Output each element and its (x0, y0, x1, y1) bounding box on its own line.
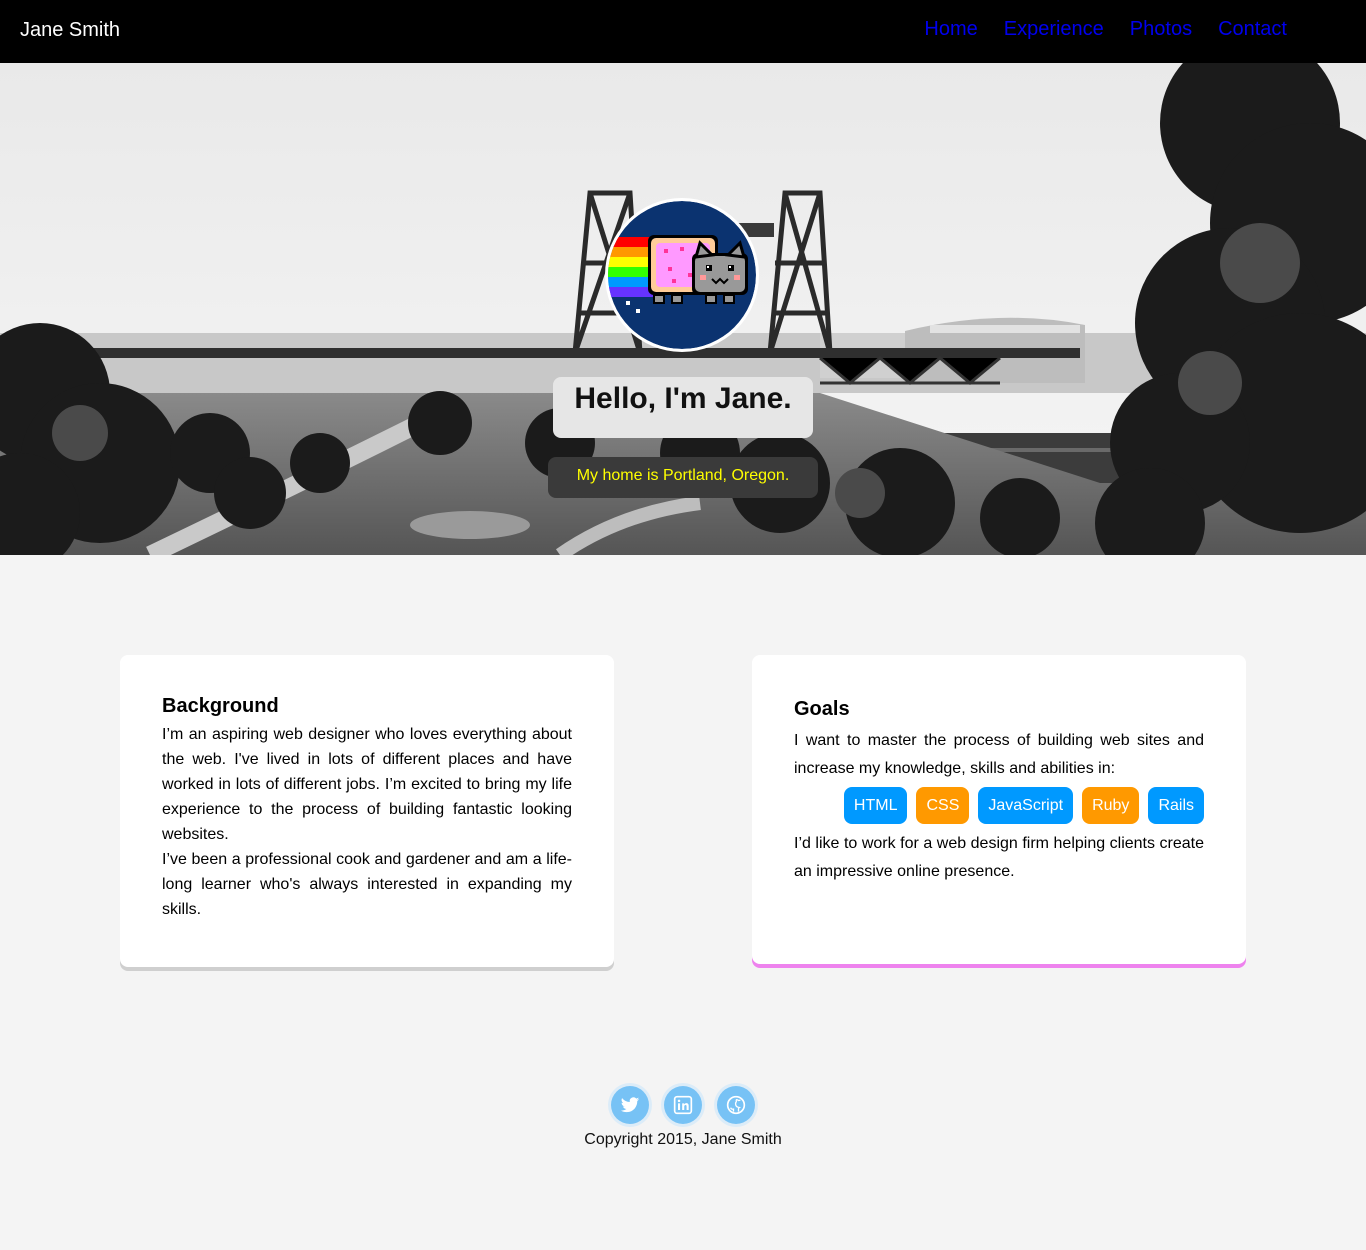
background-title: Background (162, 695, 279, 717)
nyan-cat-icon (608, 201, 756, 349)
nav-photos-link[interactable]: Photos (1130, 18, 1192, 41)
top-navbar: Jane Smith Home Experience Photos Contac… (0, 0, 1366, 63)
nav-home-link[interactable]: Home (924, 18, 977, 41)
background-card: Background I’m an aspiring web designer … (120, 655, 614, 967)
site-brand[interactable]: Jane Smith (20, 19, 120, 42)
skill-badge-rails[interactable]: Rails (1148, 787, 1204, 824)
hero-greeting: Hello, I'm Jane. (553, 377, 813, 438)
hero-location: My home is Portland, Oregon. (548, 457, 818, 498)
hero-banner: Hello, I'm Jane. My home is Portland, Or… (0, 63, 1366, 555)
background-paragraph-1: I’m an aspiring web designer who loves e… (162, 726, 572, 843)
skills-list: HTML CSS JavaScript Ruby Rails (794, 787, 1204, 824)
twitter-link[interactable] (611, 1086, 649, 1124)
skill-badge-javascript[interactable]: JavaScript (978, 787, 1074, 824)
skill-badge-html[interactable]: HTML (843, 787, 908, 824)
copyright-text: Copyright 2015, Jane Smith (584, 1131, 782, 1148)
github-link[interactable] (717, 1086, 755, 1124)
nav-contact-link[interactable]: Contact (1218, 18, 1287, 41)
skill-badge-ruby[interactable]: Ruby (1082, 787, 1140, 824)
skill-badge-css[interactable]: CSS (916, 787, 970, 824)
social-links (0, 1086, 1366, 1124)
twitter-icon (620, 1097, 640, 1113)
linkedin-icon (673, 1095, 693, 1115)
goals-card: Goals I want to master the process of bu… (752, 655, 1246, 964)
nav-experience-link[interactable]: Experience (1004, 18, 1104, 41)
background-paragraph-2: I’ve been a professional cook and garden… (162, 851, 572, 918)
goals-title: Goals (794, 698, 850, 720)
linkedin-link[interactable] (664, 1086, 702, 1124)
main-nav: Home Experience Photos Contact (924, 18, 1287, 41)
goals-outro: I’d like to work for a web design firm h… (794, 835, 1204, 880)
avatar (605, 198, 759, 352)
goals-intro: I want to master the process of building… (794, 732, 1204, 777)
github-icon (726, 1095, 746, 1115)
